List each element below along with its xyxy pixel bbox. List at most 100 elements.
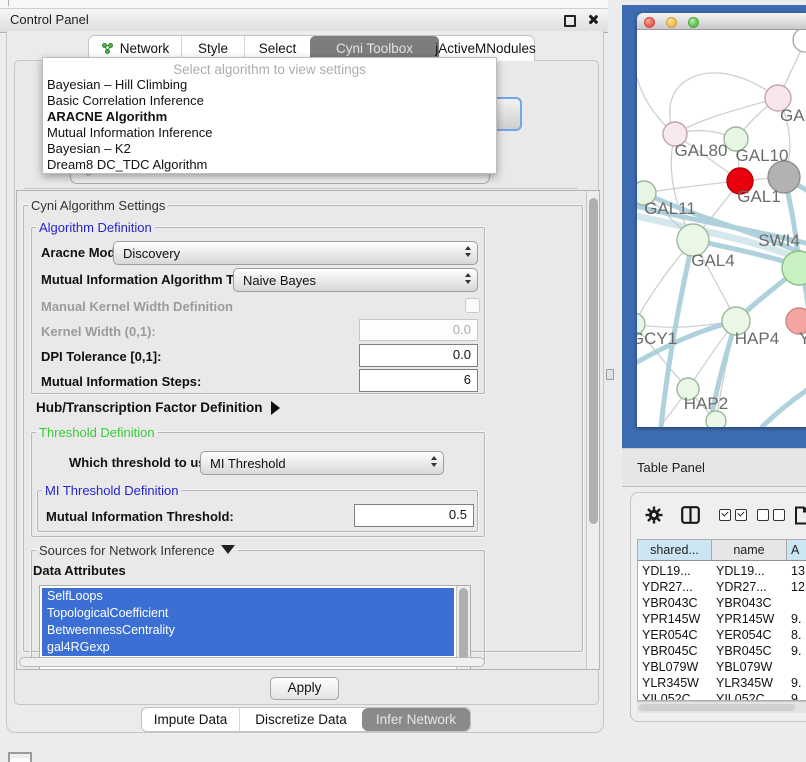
algorithm-definition-title: Algorithm Definition: [36, 220, 155, 235]
tab-impute-data[interactable]: Impute Data: [142, 708, 239, 731]
kernel-width-field[interactable]: 0.0: [359, 319, 478, 341]
table-row[interactable]: YBR045CYBR045C9.: [638, 643, 806, 659]
which-threshold-value: MI Threshold: [210, 456, 286, 471]
kernel-width-value: 0.0: [453, 322, 471, 337]
network-window-titlebar[interactable]: [637, 13, 806, 30]
mi-type-combo[interactable]: Naive Bayes: [233, 268, 478, 292]
zoom-window-icon[interactable]: [688, 17, 699, 28]
floating-palette-icon[interactable]: [8, 752, 32, 762]
attr-item-selected[interactable]: gal4RGexp: [42, 639, 454, 656]
node-label: GCY1: [637, 329, 677, 348]
table-row[interactable]: YBL079WYBL079W: [638, 659, 806, 675]
sources-title[interactable]: Sources for Network Inference: [36, 543, 238, 558]
window-edge-tick: [8, 0, 9, 6]
node-partial[interactable]: [706, 411, 726, 427]
algorithm-dropdown-popup: Select algorithm to view settings Bayesi…: [42, 57, 497, 174]
table-row[interactable]: YIL052CYIL052C9: [638, 691, 806, 701]
expand-right-icon: [271, 401, 280, 415]
kernel-width-label: Kernel Width (0,1):: [41, 324, 156, 339]
mi-threshold-label: Mutual Information Threshold:: [46, 509, 234, 524]
mi-steps-label: Mutual Information Steps:: [41, 374, 201, 389]
spinner-arrows-icon: [465, 273, 471, 284]
mi-type-label: Mutual Information Algorithm Type:: [41, 272, 260, 287]
tab-impute-data-label: Impute Data: [154, 712, 228, 727]
control-panel-title: Control Panel: [10, 12, 89, 27]
tab-network-label: Network: [120, 41, 170, 56]
deselect-all-columns-icon[interactable]: [757, 509, 789, 521]
tab-infer-network-label: Infer Network: [376, 712, 456, 727]
table-row[interactable]: YBR043CYBR043C: [638, 595, 806, 611]
mi-threshold-field[interactable]: 0.5: [354, 504, 474, 527]
table-row[interactable]: YDR27...YDR27...12: [638, 579, 806, 595]
hub-definition-label: Hub/Transcription Factor Definition: [36, 400, 263, 415]
algorithm-option[interactable]: Bayesian – Hill Climbing: [47, 77, 187, 92]
panel-divider-grip[interactable]: [606, 369, 614, 380]
network-window: GAL GAL80 GAL10 GAL1 GAL11 GAL4 SWI4 GCY…: [637, 13, 806, 427]
control-panel-titlebar: Control Panel: [0, 8, 608, 33]
algorithm-placeholder: Select algorithm to view settings: [43, 62, 496, 77]
node-label: GAL1: [737, 187, 780, 206]
tab-jactivemnodules-label: jActiveMNodules: [435, 41, 536, 56]
settings-scrollpane: Cyni Algorithm Settings Algorithm Defini…: [16, 190, 600, 670]
settings-horizontal-scrollbar[interactable]: [19, 657, 485, 667]
column-header-partial[interactable]: A: [787, 540, 806, 561]
minimize-window-icon[interactable]: [666, 17, 677, 28]
mi-threshold-value: 0.5: [449, 507, 467, 522]
algorithm-option[interactable]: Dream8 DC_TDC Algorithm: [47, 157, 207, 172]
node-label: GAL10: [736, 146, 789, 165]
table-horizontal-scrollbar[interactable]: [637, 701, 806, 713]
aracne-mode-value: Discovery: [123, 246, 180, 261]
attr-item-selected[interactable]: SelfLoops: [42, 588, 454, 605]
node-label: HAP4: [735, 329, 779, 348]
node-label: GAL80: [675, 141, 728, 160]
dpi-tolerance-label: DPI Tolerance [0,1]:: [41, 349, 161, 364]
which-threshold-combo[interactable]: MI Threshold: [200, 451, 444, 475]
table-panel-title: Table Panel: [637, 460, 705, 475]
column-header-shared-name[interactable]: shared...: [638, 540, 712, 561]
aracne-mode-combo[interactable]: Discovery: [113, 241, 478, 265]
close-window-icon[interactable]: [644, 17, 655, 28]
bottom-tabbar: Impute Data Discretize Data Infer Networ…: [141, 707, 471, 732]
manual-kernel-checkbox[interactable]: [465, 298, 480, 313]
export-table-icon[interactable]: [794, 506, 806, 525]
table-row[interactable]: YER054CYER054C8.: [638, 627, 806, 643]
table-row[interactable]: YPR145WYPR145W9.: [638, 611, 806, 627]
node-unlabeled[interactable]: [793, 30, 806, 52]
dpi-tolerance-field[interactable]: 0.0: [359, 344, 478, 367]
tab-select-label: Select: [259, 41, 297, 56]
node-label: SWI4: [758, 231, 800, 250]
algorithm-option[interactable]: Basic Correlation Inference: [47, 93, 204, 108]
tab-infer-network[interactable]: Infer Network: [362, 708, 470, 731]
tab-discretize-data[interactable]: Discretize Data: [239, 708, 362, 731]
which-threshold-label: Which threshold to use:: [69, 455, 217, 470]
algorithm-option[interactable]: Bayesian – K2: [47, 141, 131, 156]
apply-button[interactable]: Apply: [270, 677, 339, 700]
algorithm-option[interactable]: Mutual Information Inference: [47, 125, 212, 140]
select-all-columns-icon[interactable]: [719, 509, 751, 521]
network-canvas[interactable]: GAL GAL80 GAL10 GAL1 GAL11 GAL4 SWI4 GCY…: [637, 30, 806, 427]
hub-definition-expander[interactable]: Hub/Transcription Factor Definition: [36, 400, 280, 415]
float-window-icon[interactable]: [564, 15, 576, 27]
collapse-down-icon: [221, 545, 235, 554]
settings-vertical-scrollbar[interactable]: [586, 191, 600, 669]
gear-icon[interactable]: [645, 506, 663, 524]
table-row[interactable]: YLR345WYLR345W9.: [638, 675, 806, 691]
sources-title-label: Sources for Network Inference: [39, 543, 215, 558]
attr-item-selected[interactable]: TopologicalCoefficient: [42, 605, 454, 622]
network-graph: GAL GAL80 GAL10 GAL1 GAL11 GAL4 SWI4 GCY…: [637, 30, 806, 427]
mi-steps-value: 6: [464, 372, 471, 387]
dpi-tolerance-value: 0.0: [453, 347, 471, 362]
data-attributes-label: Data Attributes: [33, 563, 126, 578]
groupbox-edge: [24, 188, 578, 189]
algorithm-option-selected[interactable]: ARACNE Algorithm: [47, 109, 167, 124]
focused-combo-edge[interactable]: [497, 97, 522, 131]
close-panel-icon[interactable]: [587, 14, 598, 25]
column-header-name[interactable]: name: [712, 540, 787, 561]
threshold-definition-title: Threshold Definition: [36, 425, 158, 440]
attr-item-selected[interactable]: BetweennessCentrality: [42, 622, 454, 639]
split-columns-icon[interactable]: [681, 506, 700, 524]
table-panel: shared... name A YDL19...YDL19...13 YDR2…: [630, 492, 806, 722]
mi-steps-field[interactable]: 6: [359, 369, 478, 392]
table-row[interactable]: YDL19...YDL19...13: [638, 563, 806, 579]
node-label: GAL: [780, 106, 806, 125]
